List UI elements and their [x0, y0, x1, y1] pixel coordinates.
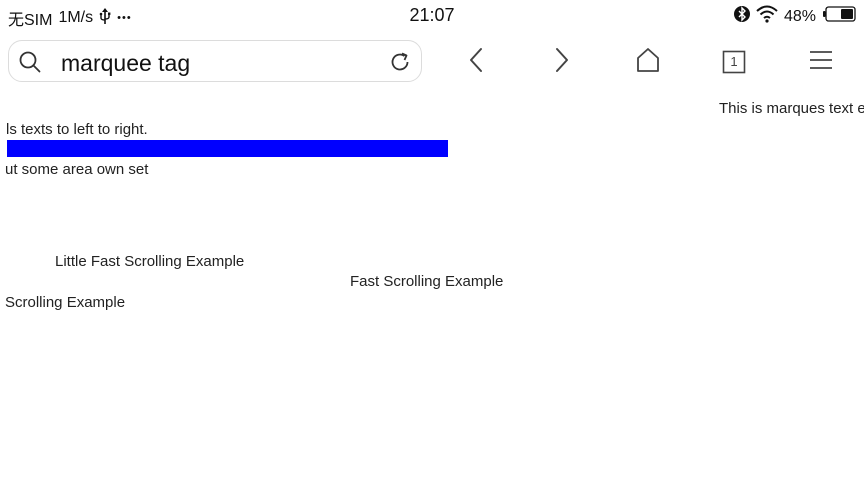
marquee-scrolling-text: Scrolling Example: [5, 294, 126, 311]
tabs-button[interactable]: 1: [718, 46, 750, 78]
browser-toolbar: marquee tag 1: [0, 38, 864, 88]
tabs-icon: 1: [722, 50, 746, 74]
menu-icon: [808, 49, 834, 76]
marquee-left-right-text: ls texts to left to right.: [6, 121, 148, 138]
address-text[interactable]: marquee tag: [61, 50, 190, 77]
home-icon: [635, 47, 661, 78]
chevron-left-icon: [468, 47, 484, 78]
chevron-right-icon: [554, 47, 570, 78]
status-bar: 无SIM 1M/s ••• 21:07 48%: [0, 0, 864, 32]
marquee-little-fast-text: Little Fast Scrolling Example: [55, 253, 245, 270]
bluetooth-icon: [733, 5, 750, 28]
marquee-blue-bar: [7, 140, 448, 157]
reload-icon[interactable]: [389, 51, 411, 78]
status-right: 48%: [733, 5, 856, 28]
forward-button[interactable]: [546, 46, 578, 78]
tab-count: 1: [730, 54, 738, 69]
back-button[interactable]: [460, 46, 492, 78]
address-bar[interactable]: marquee tag: [8, 40, 422, 82]
web-page-content: This is marques text e ls texts to left …: [0, 90, 864, 486]
battery-icon: [822, 6, 856, 27]
browser-screen: 无SIM 1M/s ••• 21:07 48% marquee tag 1 Th…: [0, 0, 864, 486]
menu-button[interactable]: [805, 46, 837, 78]
battery-percent: 48%: [783, 7, 816, 25]
marquee-right-text: This is marques text e: [719, 100, 864, 117]
search-icon: [19, 51, 41, 78]
marquee-fast-text: Fast Scrolling Example: [350, 273, 504, 290]
marquee-area-text: ut some area own set: [5, 161, 149, 178]
wifi-icon: [756, 5, 778, 28]
home-button[interactable]: [632, 46, 664, 78]
